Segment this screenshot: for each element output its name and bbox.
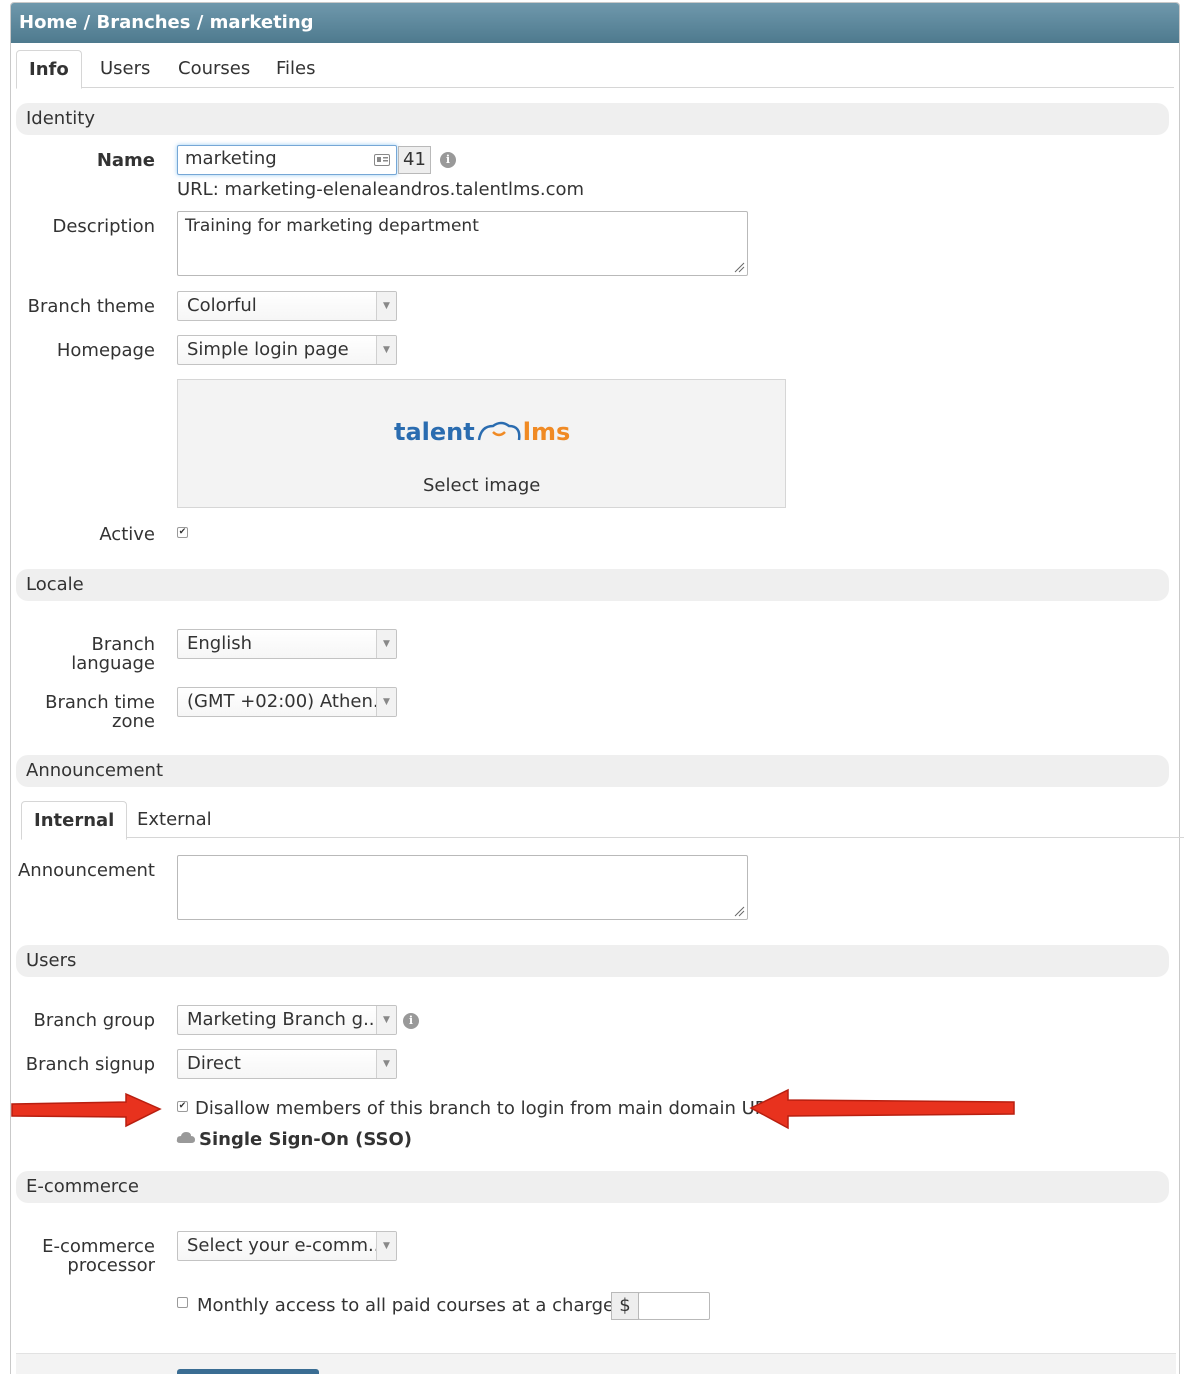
description-value: Training for marketing department <box>185 216 479 236</box>
timezone-select[interactable]: (GMT +02:00) Athen... ▼ <box>177 687 397 717</box>
chevron-down-icon: ▼ <box>376 1006 396 1034</box>
homepage-select[interactable]: Simple login page ▼ <box>177 335 397 365</box>
theme-value: Colorful <box>187 295 257 316</box>
resize-grip-icon[interactable] <box>733 905 745 917</box>
monthly-access-checkbox[interactable] <box>177 1297 188 1308</box>
announcement-textarea[interactable] <box>177 855 748 920</box>
resize-grip-icon[interactable] <box>733 261 745 273</box>
branch-signup-value: Direct <box>187 1053 241 1074</box>
breadcrumb-current: marketing <box>209 12 314 33</box>
info-icon[interactable]: i <box>403 1013 419 1029</box>
branch-group-select[interactable]: Marketing Branch g... ▼ <box>177 1005 397 1035</box>
chevron-down-icon: ▼ <box>376 688 396 716</box>
ecommerce-processor-label: E-commerce processor <box>42 1236 155 1276</box>
tab-internal[interactable]: Internal <box>21 801 128 840</box>
description-label: Description <box>52 216 155 237</box>
section-ecommerce: E-commerce <box>16 1171 1169 1203</box>
section-users: Users <box>16 945 1169 977</box>
section-locale: Locale <box>16 569 1169 601</box>
breadcrumb-separator: / <box>190 12 210 33</box>
ecommerce-processor-select[interactable]: Select your e-comm... ▼ <box>177 1231 397 1261</box>
select-image-label: Select image <box>423 475 541 496</box>
main-tabs: Info Users Courses Files <box>16 50 1174 89</box>
name-value: marketing <box>185 148 277 169</box>
image-upload-area[interactable]: talent lms Select image <box>177 379 786 508</box>
breadcrumb: Home / Branches / marketing <box>11 3 1179 43</box>
timezone-value: (GMT +02:00) Athen... <box>187 691 391 712</box>
name-input[interactable]: marketing <box>177 145 397 175</box>
language-value: English <box>187 633 252 654</box>
breadcrumb-separator: / <box>77 12 97 33</box>
tab-files[interactable]: Files <box>264 50 328 88</box>
language-select[interactable]: English ▼ <box>177 629 397 659</box>
breadcrumb-home[interactable]: Home <box>19 12 77 33</box>
section-announcement: Announcement <box>16 755 1169 787</box>
tab-courses[interactable]: Courses <box>166 50 262 88</box>
tab-info[interactable]: Info <box>16 50 82 89</box>
section-identity: Identity <box>16 103 1169 135</box>
branch-signup-label: Branch signup <box>25 1054 155 1075</box>
breadcrumb-branches[interactable]: Branches <box>97 12 191 33</box>
chevron-down-icon: ▼ <box>376 292 396 320</box>
chevron-down-icon: ▼ <box>376 1050 396 1078</box>
save-button[interactable] <box>177 1369 319 1374</box>
cloud-logo-icon <box>477 421 521 441</box>
monthly-charge-input[interactable] <box>638 1292 710 1320</box>
name-char-count: 41 <box>398 146 431 174</box>
branch-group-label: Branch group <box>33 1010 156 1031</box>
announcement-label: Announcement <box>17 860 155 881</box>
disallow-checkbox[interactable]: ✔ <box>177 1101 188 1112</box>
active-checkbox[interactable]: ✔ <box>177 527 188 538</box>
tab-users[interactable]: Users <box>88 50 162 88</box>
red-arrow-icon <box>749 1088 1015 1130</box>
timezone-label: Branch time zone <box>45 692 155 732</box>
homepage-label: Homepage <box>56 340 155 361</box>
announcement-tabs: Internal External <box>21 801 1184 840</box>
tab-external[interactable]: External <box>125 801 224 839</box>
branch-group-value: Marketing Branch g... <box>187 1009 381 1030</box>
disallow-label: Disallow members of this branch to login… <box>195 1098 778 1119</box>
language-label: Branch language <box>71 634 155 674</box>
monthly-access-label: Monthly access to all paid courses at a … <box>197 1295 638 1316</box>
chevron-down-icon: ▼ <box>376 336 396 364</box>
chevron-down-icon: ▼ <box>376 1232 396 1260</box>
sso-link[interactable]: Single Sign-On (SSO) <box>199 1129 412 1150</box>
active-label: Active <box>99 524 155 545</box>
theme-select[interactable]: Colorful ▼ <box>177 291 397 321</box>
cloud-icon <box>176 1132 195 1143</box>
id-card-icon <box>374 154 390 166</box>
description-textarea[interactable]: Training for marketing department <box>177 211 748 276</box>
chevron-down-icon: ▼ <box>376 630 396 658</box>
talentlms-logo: talent lms <box>394 418 571 446</box>
theme-label: Branch theme <box>27 296 155 317</box>
main-panel: Home / Branches / marketing Info Users C… <box>10 2 1184 1374</box>
ecommerce-processor-value: Select your e-comm... <box>187 1235 386 1256</box>
homepage-value: Simple login page <box>187 339 349 360</box>
name-label: Name <box>96 150 155 171</box>
currency-prefix: $ <box>611 1292 639 1320</box>
branch-url: URL: marketing-elenaleandros.talentlms.c… <box>177 179 585 200</box>
info-icon[interactable]: i <box>440 152 456 168</box>
red-arrow-icon <box>11 1092 162 1128</box>
branch-signup-select[interactable]: Direct ▼ <box>177 1049 397 1079</box>
